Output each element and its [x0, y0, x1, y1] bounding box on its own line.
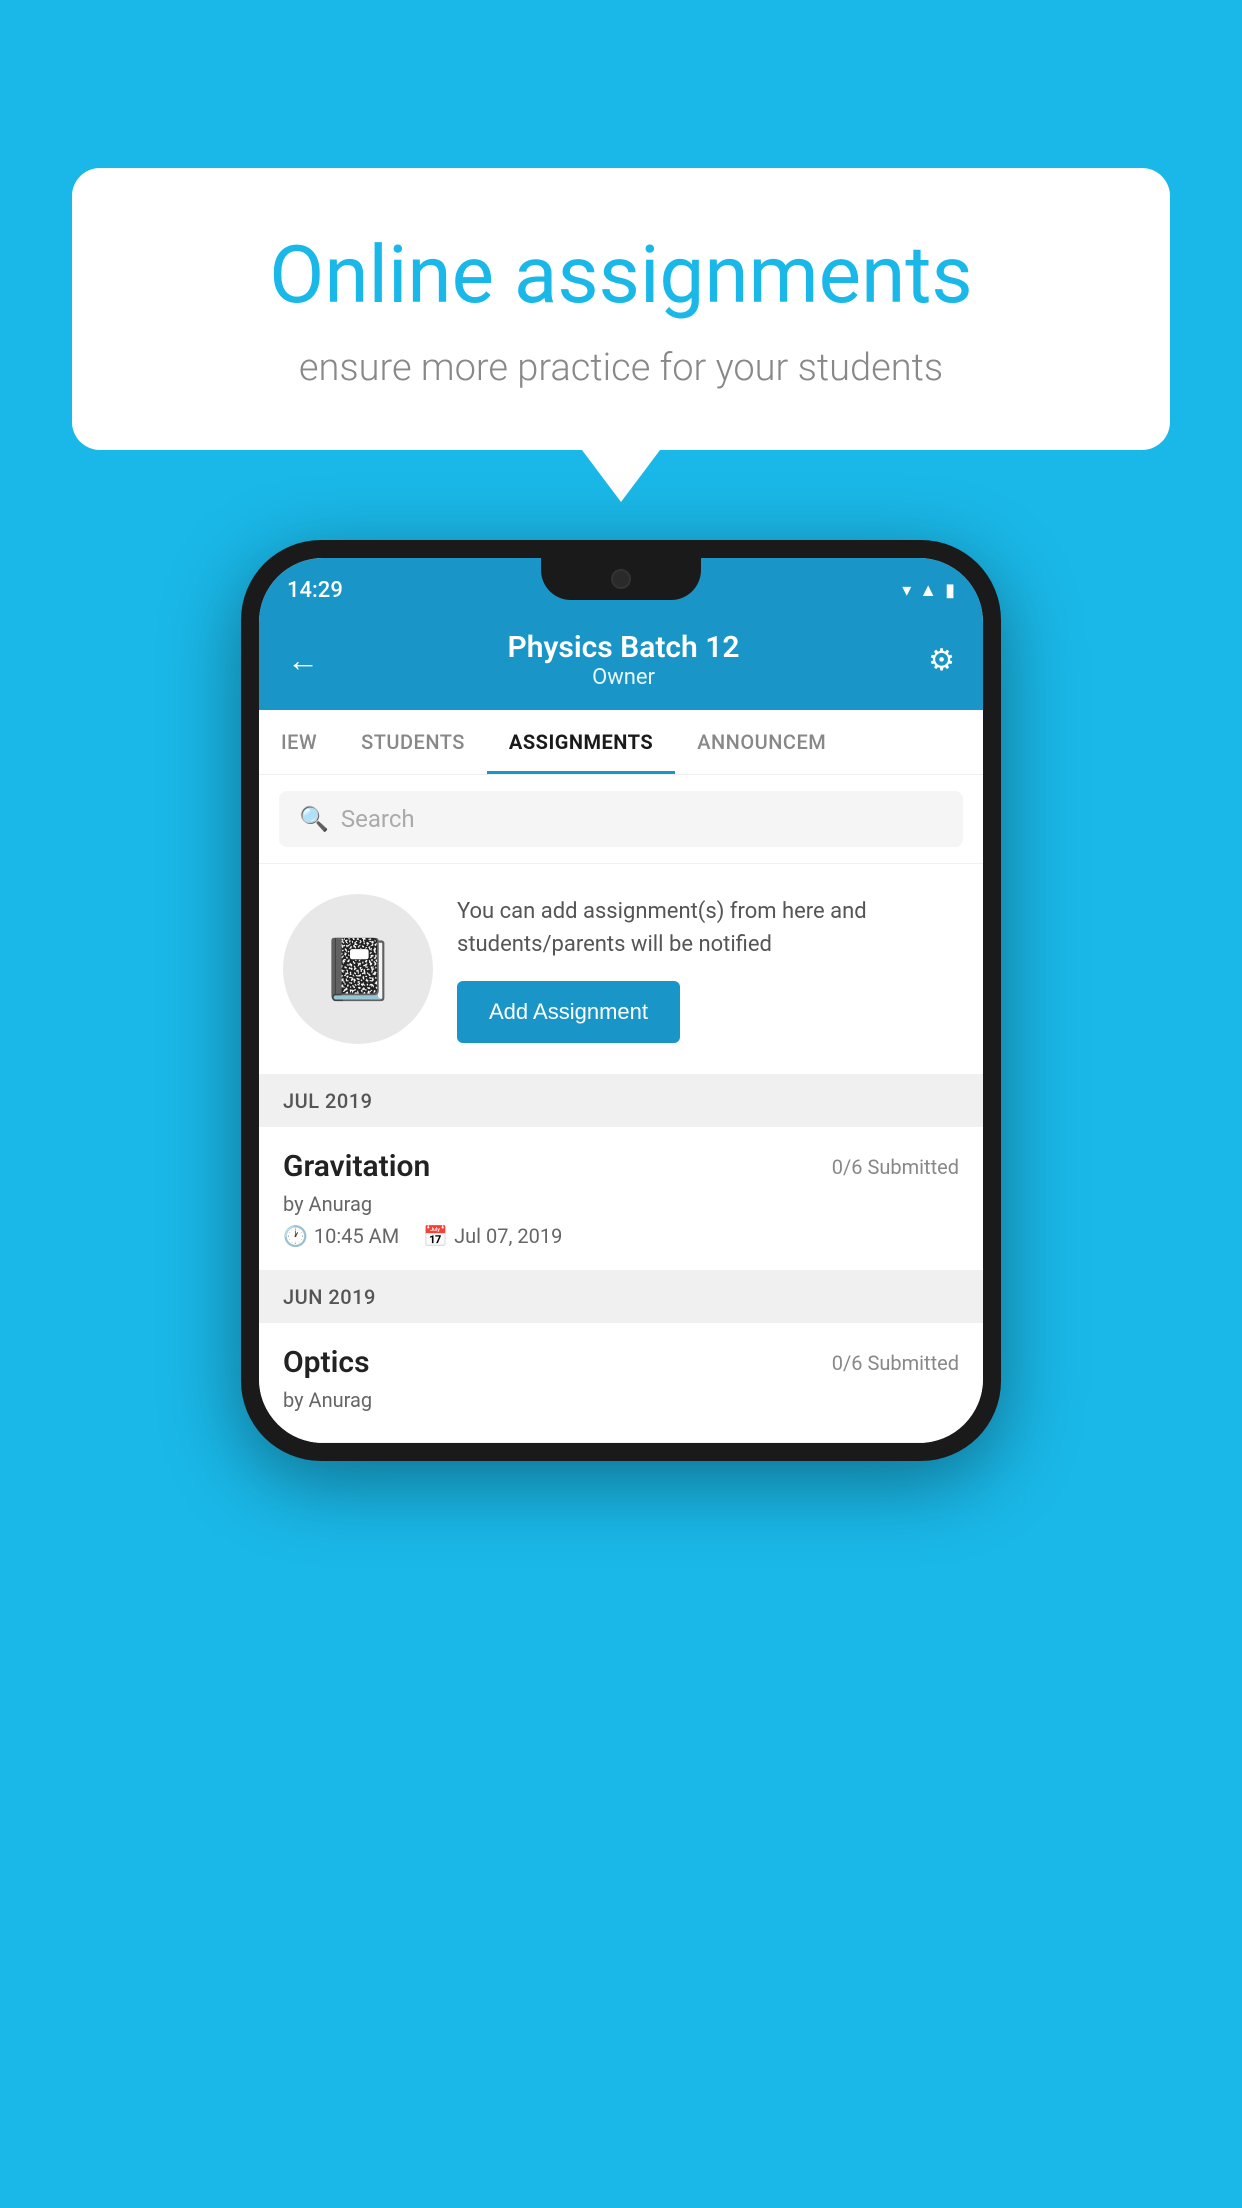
signal-icon: ▲: [919, 580, 937, 601]
assignment-date: Jul 07, 2019: [454, 1224, 562, 1248]
notebook-icon: 📓: [321, 934, 396, 1005]
speech-bubble-subtitle: ensure more practice for your students: [152, 346, 1090, 390]
assignment-top-optics: Optics 0/6 Submitted: [283, 1345, 959, 1380]
status-time: 14:29: [287, 578, 343, 603]
speech-bubble-title: Online assignments: [152, 228, 1090, 322]
assignment-submitted-optics: 0/6 Submitted: [832, 1351, 959, 1375]
search-container: 🔍 Search: [259, 775, 983, 864]
settings-icon[interactable]: ⚙: [928, 643, 955, 678]
battery-icon: ▮: [945, 580, 955, 601]
empty-state-description: You can add assignment(s) from here and …: [457, 895, 959, 961]
header-title: Physics Batch 12: [508, 630, 740, 665]
header-subtitle: Owner: [508, 665, 740, 690]
tabs-bar: IEW STUDENTS ASSIGNMENTS ANNOUNCEM: [259, 710, 983, 775]
phone-notch: [541, 558, 701, 600]
app-header: ← Physics Batch 12 Owner ⚙: [259, 614, 983, 710]
calendar-icon: 📅: [423, 1224, 448, 1248]
assignment-name-optics: Optics: [283, 1345, 370, 1380]
back-button[interactable]: ←: [287, 641, 319, 679]
speech-bubble-card: Online assignments ensure more practice …: [72, 168, 1170, 450]
empty-state-text: You can add assignment(s) from here and …: [457, 895, 959, 1043]
assignment-item-optics[interactable]: Optics 0/6 Submitted by Anurag: [259, 1323, 983, 1443]
assignment-time: 10:45 AM: [314, 1224, 399, 1248]
search-box[interactable]: 🔍 Search: [279, 791, 963, 847]
tab-announcements[interactable]: ANNOUNCEM: [675, 710, 848, 774]
status-icons: ▾ ▲ ▮: [902, 580, 955, 601]
assignment-submitted: 0/6 Submitted: [832, 1155, 959, 1179]
phone-screen: 14:29 ▾ ▲ ▮ ← Physics Batch 12 Owner ⚙ I…: [259, 558, 983, 1443]
tab-assignments[interactable]: ASSIGNMENTS: [487, 710, 675, 774]
section-header-jul: JUL 2019: [259, 1075, 983, 1127]
empty-icon-circle: 📓: [283, 894, 433, 1044]
add-assignment-button[interactable]: Add Assignment: [457, 981, 680, 1043]
search-placeholder: Search: [341, 805, 415, 833]
wifi-icon: ▾: [902, 580, 911, 601]
tab-students[interactable]: STUDENTS: [339, 710, 487, 774]
clock-icon: 🕐: [283, 1224, 308, 1248]
empty-state: 📓 You can add assignment(s) from here an…: [259, 864, 983, 1075]
assignment-item-gravitation[interactable]: Gravitation 0/6 Submitted by Anurag 🕐 10…: [259, 1127, 983, 1271]
assignment-name: Gravitation: [283, 1149, 430, 1184]
section-header-jun: JUN 2019: [259, 1271, 983, 1323]
phone-camera: [611, 569, 631, 589]
phone-outer: 14:29 ▾ ▲ ▮ ← Physics Batch 12 Owner ⚙ I…: [241, 540, 1001, 1461]
assignment-meta: 🕐 10:45 AM 📅 Jul 07, 2019: [283, 1224, 959, 1248]
meta-time: 🕐 10:45 AM: [283, 1224, 399, 1248]
assignment-by: by Anurag: [283, 1192, 959, 1216]
search-icon: 🔍: [299, 805, 329, 833]
header-title-block: Physics Batch 12 Owner: [508, 630, 740, 690]
meta-date: 📅 Jul 07, 2019: [423, 1224, 562, 1248]
phone-wrapper: 14:29 ▾ ▲ ▮ ← Physics Batch 12 Owner ⚙ I…: [241, 540, 1001, 1461]
assignment-top: Gravitation 0/6 Submitted: [283, 1149, 959, 1184]
assignment-by-optics: by Anurag: [283, 1388, 959, 1412]
tab-iew[interactable]: IEW: [259, 710, 339, 774]
